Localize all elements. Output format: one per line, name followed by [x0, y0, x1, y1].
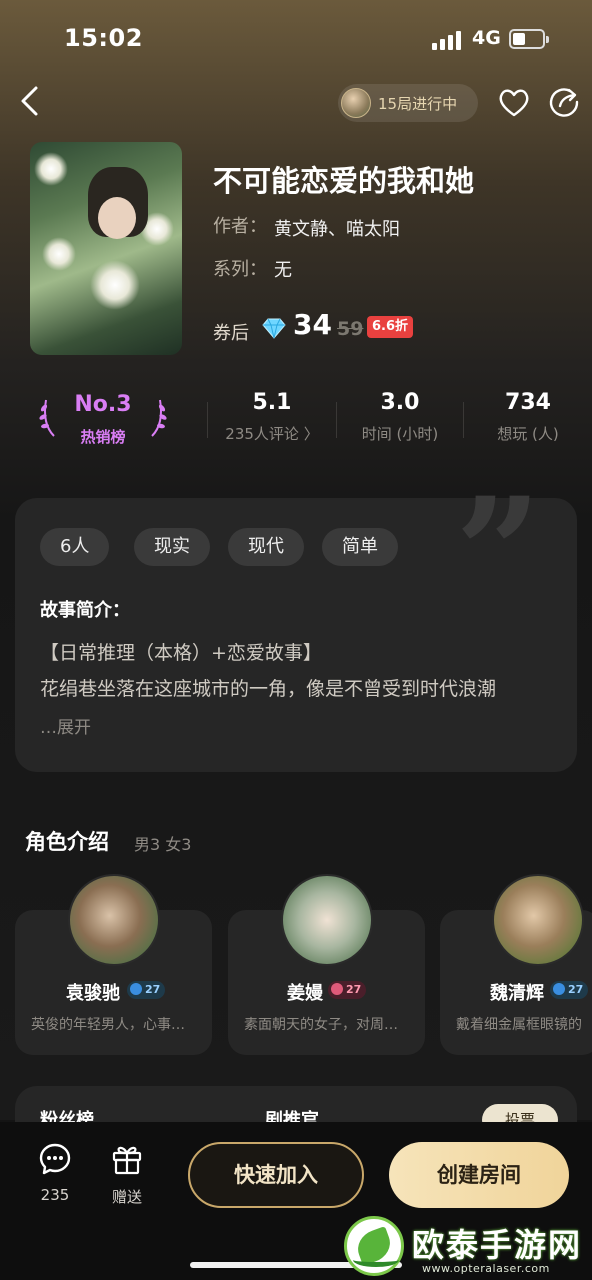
- current-price: 34: [293, 308, 332, 341]
- live-rooms-label: 15局进行中: [378, 95, 458, 113]
- share-icon[interactable]: [548, 86, 580, 118]
- quick-join-button[interactable]: 快速加入: [188, 1142, 364, 1208]
- game-cover-image[interactable]: [30, 142, 182, 355]
- reviews-link[interactable]: 235人评论 〉: [222, 423, 322, 444]
- duration-value: 3.0: [380, 390, 420, 415]
- diamond-icon: [262, 318, 286, 339]
- watermark-text: 欧泰手游网: [412, 1226, 583, 1264]
- character-avatar[interactable]: [492, 874, 584, 966]
- rank-block[interactable]: No.3 热销榜: [38, 392, 168, 452]
- comment-icon[interactable]: [38, 1142, 72, 1176]
- back-arrow-icon[interactable]: [16, 84, 46, 118]
- tag-genre[interactable]: 现实: [134, 528, 210, 566]
- rank-number: No.3: [74, 392, 132, 417]
- status-time: 15:02: [64, 24, 143, 52]
- tag-players[interactable]: 6人: [40, 528, 110, 566]
- female-icon: [331, 983, 343, 995]
- watermark-url: www.opteralaser.com: [422, 1262, 550, 1275]
- original-price: 59: [337, 318, 364, 340]
- gender-age-badge: 27: [127, 981, 166, 999]
- character-name: 袁骏驰: [66, 983, 120, 1004]
- character-desc: 素面朝天的女子，对周…: [244, 1017, 398, 1033]
- duration-stat: 3.0 时间 (小时): [350, 390, 450, 444]
- gender-age-badge: 27: [328, 981, 367, 999]
- status-bar: 15:02 4G: [0, 0, 592, 80]
- character-avatar[interactable]: [281, 874, 373, 966]
- character-desc: 戴着细金属框眼镜的: [456, 1017, 582, 1033]
- gift-icon[interactable]: [110, 1142, 144, 1176]
- discount-badge: 6.6折: [367, 316, 414, 338]
- characters-title: 角色介绍: [25, 830, 109, 854]
- series-label: 系列：: [213, 259, 267, 280]
- series-value: 无: [274, 260, 292, 281]
- live-avatar: [341, 88, 371, 118]
- network-type: 4G: [472, 27, 501, 49]
- quote-mark-icon: ”: [455, 465, 542, 641]
- price-label: 券后: [213, 323, 249, 344]
- character-name: 魏清辉: [490, 983, 544, 1004]
- author-label: 作者：: [213, 216, 267, 237]
- create-room-button[interactable]: 创建房间: [389, 1142, 569, 1208]
- watermark: 欧泰手游网 www.opteralaser.com: [340, 1214, 592, 1280]
- comment-count[interactable]: 235: [25, 1186, 85, 1204]
- rating-stat[interactable]: 5.1 235人评论 〉: [222, 390, 322, 444]
- divider: [207, 402, 208, 438]
- author-value[interactable]: 黄文静、喵太阳: [274, 215, 400, 241]
- male-icon: [130, 983, 142, 995]
- wants-label: 想玩 (人): [497, 425, 559, 443]
- divider: [463, 402, 464, 438]
- gift-label[interactable]: 赠送: [97, 1186, 157, 1207]
- story-heading: 故事简介：: [40, 600, 130, 621]
- rating-value: 5.1: [252, 390, 292, 415]
- tag-era[interactable]: 现代: [228, 528, 304, 566]
- live-rooms-pill[interactable]: 15局进行中: [338, 84, 478, 122]
- intro-card: ” 6人 现实 现代 简单 故事简介： 【日常推理（本格）+恋爱故事】 花绢巷坐…: [15, 478, 577, 772]
- character-avatar[interactable]: [68, 874, 160, 966]
- wants-value: 734: [505, 390, 551, 415]
- male-icon: [553, 983, 565, 995]
- character-desc: 英俊的年轻男人，心事…: [31, 1017, 185, 1033]
- rank-label: 热销榜: [80, 428, 126, 446]
- battery-icon: [509, 29, 549, 49]
- tag-difficulty[interactable]: 简单: [322, 528, 398, 566]
- story-line: 【日常推理（本格）+恋爱故事】: [40, 642, 322, 664]
- divider: [336, 402, 337, 438]
- game-title: 不可能恋爱的我和她: [213, 164, 475, 198]
- character-name: 姜嫚: [287, 983, 323, 1004]
- expand-link[interactable]: …展开: [40, 713, 91, 738]
- gender-age-badge: 27: [550, 981, 589, 999]
- heart-icon[interactable]: [497, 86, 531, 120]
- signal-icon: [432, 30, 464, 50]
- watermark-logo-icon: [344, 1216, 404, 1276]
- wants-stat: 734 想玩 (人): [478, 390, 578, 444]
- characters-summary: 男3 女3: [134, 835, 192, 854]
- story-line: 花绢巷坐落在这座城市的一角，像是不曾受到时代浪潮: [40, 678, 497, 700]
- duration-label: 时间 (小时): [361, 425, 439, 443]
